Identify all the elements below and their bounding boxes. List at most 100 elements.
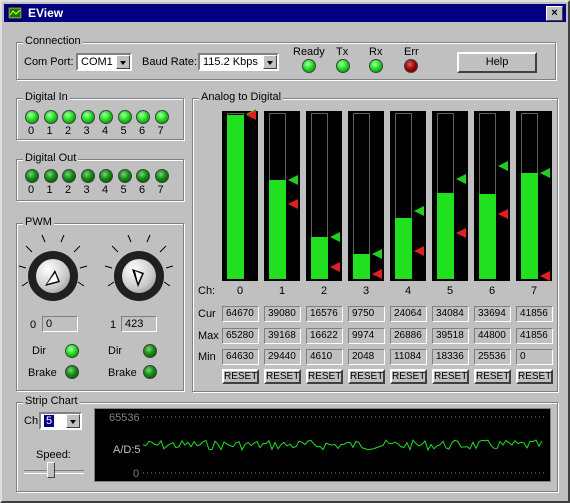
chevron-down-icon[interactable] [263,55,277,69]
adc-bar-fill [521,173,538,279]
reset-button-6[interactable]: RESET [474,369,511,384]
pwm-1-knob[interactable] [114,251,164,301]
adc-channel-label: 5 [447,285,454,297]
help-button[interactable]: Help [457,52,537,73]
pwm-0-brake-led [65,365,79,379]
eview-window: EView × Connection Com Port: COM1 Baud R… [0,0,570,503]
strip-chart-plot [143,416,547,474]
adc-max-value: 39518 [432,328,469,344]
adc-max-marker [456,174,466,184]
adc-cur-value: 41856 [516,306,553,322]
strip-chart-canvas: 65536 A/D:5 0 [94,408,551,482]
digital-out-led-3[interactable] [80,169,95,183]
adc-cur-value: 24064 [390,306,427,322]
digital-out-led-4[interactable] [99,169,113,183]
adc-channel-label: 1 [279,285,286,297]
adc-bar-3 [348,111,384,281]
reset-button-2[interactable]: RESET [306,369,343,384]
digital-out-led-2[interactable] [62,169,76,183]
digital-in-led-1 [43,110,58,124]
tx-label: Tx [336,46,349,58]
adc-min-marker [246,110,256,120]
adc-bar-7 [516,111,552,281]
adc-bar-0 [222,109,258,281]
strip-chart-label: Strip Chart [23,395,80,407]
digital-in-label: Digital In [23,91,70,103]
adc-min-label: Min [198,351,216,363]
adc-min-marker [372,269,382,279]
strip-ymax: 65536 [109,412,140,424]
digital-in-led-4 [99,110,113,124]
baud-rate-value: 115.2 Kbps [203,56,258,68]
adc-bar-fill [479,194,496,279]
adc-ch-label: Ch: [198,285,216,297]
chevron-down-icon[interactable] [116,55,130,69]
adc-channel-label: 2 [321,285,328,297]
pwm-0-brake-label: Brake [28,367,57,379]
digital-in-led-2 [62,110,76,124]
digital-in-led-5 [117,110,132,124]
baud-rate-select[interactable]: 115.2 Kbps [198,53,279,71]
adc-bar-fill [311,237,328,279]
close-button[interactable]: × [546,6,563,21]
adc-max-value: 16622 [306,328,343,344]
reset-button-3[interactable]: RESET [348,369,385,384]
digital-out-led-7[interactable] [154,169,169,183]
title-bar[interactable]: EView × [4,4,566,22]
digital-out-led-0[interactable] [25,169,39,183]
digital-in-led-7 [154,110,169,124]
digital-in-led-6 [136,110,150,124]
adc-min-marker [498,209,508,219]
com-port-select[interactable]: COM1 [76,53,132,71]
adc-bar-fill [395,218,412,279]
adc-max-marker [498,161,508,171]
adc-cur-value: 16576 [306,306,343,322]
pwm-1-brake-led [143,365,157,379]
adc-cur-value: 9750 [348,306,385,322]
adc-bar-fill [353,254,370,279]
adc-channel-label: 6 [489,285,496,297]
adc-min-value: 64630 [222,349,259,365]
reset-button-4[interactable]: RESET [390,369,427,384]
reset-button-1[interactable]: RESET [264,369,301,384]
digital-out-channel-label: 5 [120,184,127,196]
digital-out-led-1[interactable] [43,169,58,183]
strip-ch-select[interactable]: 5 [39,412,82,430]
adc-channel-label: 0 [237,285,244,297]
adc-max-label: Max [198,330,219,342]
speed-slider-thumb[interactable] [47,462,55,478]
reset-button-7[interactable]: RESET [516,369,553,384]
adc-max-value: 9974 [348,328,385,344]
adc-min-value: 25536 [474,349,511,365]
rx-label: Rx [369,46,383,58]
err-led [404,59,418,73]
chevron-down-icon[interactable] [66,414,80,428]
adc-cur-value: 39080 [264,306,301,322]
adc-min-value: 2048 [348,349,385,365]
reset-button-5[interactable]: RESET [432,369,469,384]
digital-in-channel-label: 4 [102,125,109,137]
adc-bar-1 [264,111,300,281]
strip-trace [143,439,543,452]
pwm-0-knob[interactable] [28,251,78,301]
digital-out-channel-label: 1 [46,184,53,196]
digital-out-led-6[interactable] [136,169,150,183]
adc-min-marker [456,228,466,238]
adc-max-marker [288,175,298,185]
ready-label: Ready [293,46,325,58]
adc-min-marker [540,271,550,281]
adc-bar-5 [432,111,468,281]
connection-group-label: Connection [23,35,83,47]
adc-bar-6 [474,111,510,281]
ready-led [302,59,316,73]
pwm-1-brake-label: Brake [108,367,137,379]
digital-out-led-5[interactable] [117,169,132,183]
adc-min-marker [414,246,424,256]
reset-button-0[interactable]: RESET [222,369,259,384]
window-title: EView [28,6,64,20]
com-port-value: COM1 [81,56,113,68]
adc-min-marker [288,199,298,209]
digital-in-channel-label: 2 [65,125,72,137]
adc-channel-label: 3 [363,285,370,297]
digital-in-channel-label: 5 [120,125,127,137]
